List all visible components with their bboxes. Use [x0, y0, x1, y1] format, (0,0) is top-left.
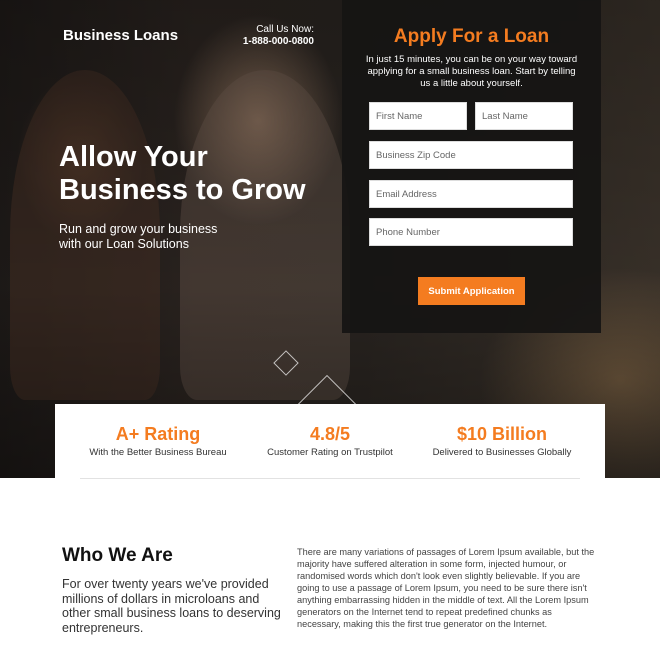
- email-field[interactable]: [369, 180, 573, 208]
- submit-application-button[interactable]: Submit Application: [418, 277, 525, 305]
- last-name-field[interactable]: [475, 102, 573, 130]
- form-description: In just 15 minutes, you can be on your w…: [365, 54, 578, 89]
- zip-code-field[interactable]: [369, 141, 573, 169]
- about-lead: For over twenty years we've provided mil…: [62, 577, 281, 635]
- stat-value: 4.8/5: [309, 424, 351, 444]
- hero-title: Allow Your Business to Grow: [59, 141, 306, 206]
- phone-field[interactable]: [369, 218, 573, 246]
- about-title: Who We Are: [62, 545, 173, 566]
- form-title: Apply For a Loan: [393, 26, 550, 47]
- stat-rating: A+ Rating With the Better Business Burea…: [68, 424, 248, 458]
- first-name-field[interactable]: [369, 102, 467, 130]
- phone-link[interactable]: 1-888-000-0800: [232, 36, 314, 47]
- loan-application-form: Apply For a Loan In just 15 minutes, you…: [342, 0, 601, 333]
- about-body: There are many variations of passages of…: [297, 547, 595, 629]
- stats-bar: A+ Rating With the Better Business Burea…: [55, 404, 605, 479]
- stat-trustpilot: 4.8/5 Customer Rating on Trustpilot: [240, 424, 420, 458]
- stat-value: $10 Billion: [456, 424, 548, 444]
- call-label: Call Us Now:: [256, 24, 314, 35]
- stat-delivered: $10 Billion Delivered to Businesses Glob…: [412, 424, 592, 458]
- divider: [80, 478, 580, 479]
- stat-label: With the Better Business Bureau: [89, 447, 227, 458]
- brand-logo[interactable]: Business Loans: [63, 27, 178, 44]
- hero-subtitle: Run and grow your business with our Loan…: [59, 222, 218, 251]
- stat-label: Delivered to Businesses Globally: [432, 447, 572, 458]
- stat-label: Customer Rating on Trustpilot: [267, 447, 393, 458]
- stat-value: A+ Rating: [115, 424, 201, 444]
